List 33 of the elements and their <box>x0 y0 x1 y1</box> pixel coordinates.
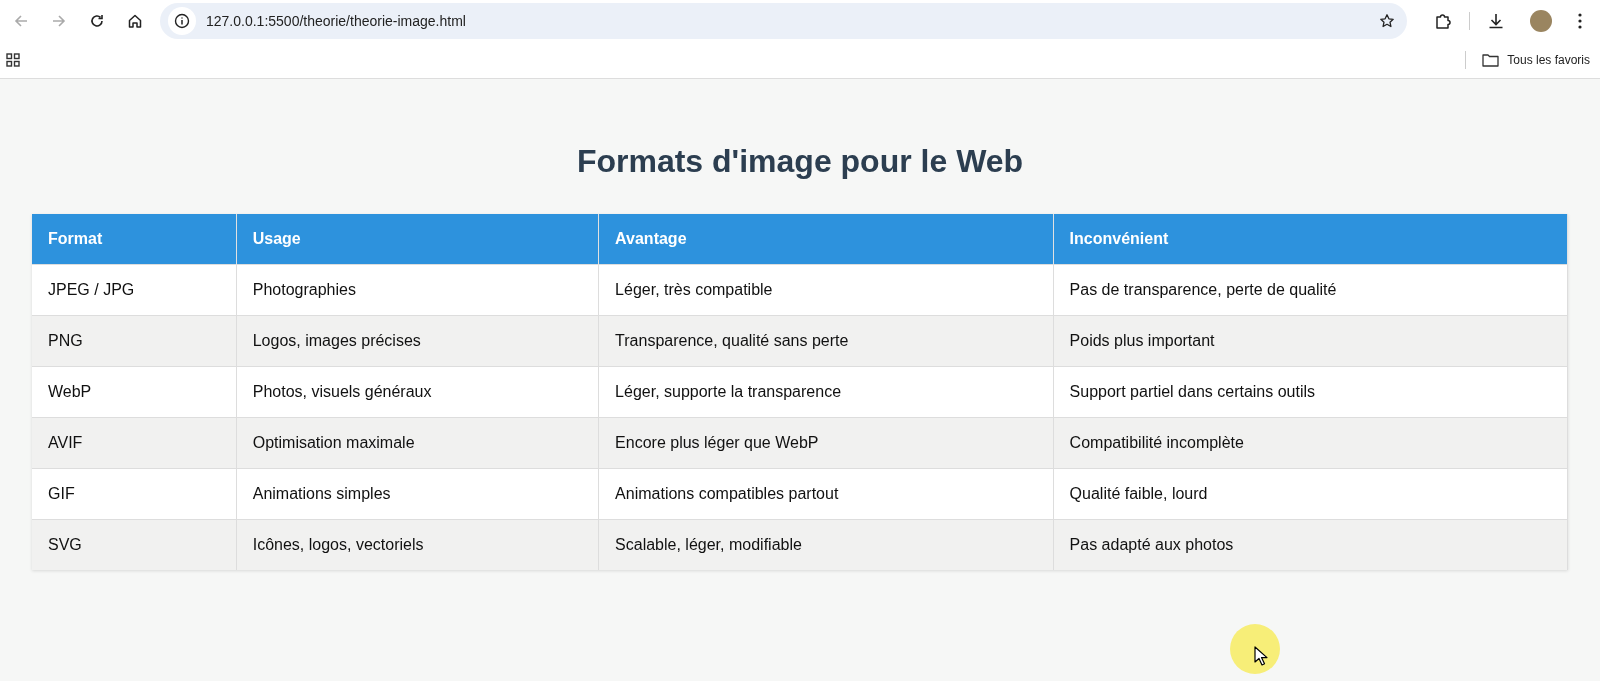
arrow-right-icon <box>51 13 67 29</box>
address-bar[interactable]: 127.0.0.1:5500/theorie/theorie-image.html <box>160 3 1407 39</box>
cursor-highlight-drawing <box>1230 624 1280 674</box>
table-cell: Optimisation maximale <box>236 417 599 469</box>
column-header: Usage <box>236 214 599 265</box>
arrow-left-icon <box>13 13 29 29</box>
table-cell: Icônes, logos, vectoriels <box>236 519 599 570</box>
table-cell: Pas adapté aux photos <box>1053 519 1568 570</box>
url-text: 127.0.0.1:5500/theorie/theorie-image.html <box>206 13 467 29</box>
apps-icon[interactable] <box>6 53 20 67</box>
table-cell: Poids plus important <box>1053 315 1568 367</box>
download-icon[interactable] <box>1487 12 1505 30</box>
column-header: Avantage <box>598 214 1054 265</box>
bookmarks-folder[interactable]: Tous les favoris <box>1478 53 1594 67</box>
table-cell: Logos, images précises <box>236 315 599 367</box>
table-cell: SVG <box>32 519 237 570</box>
puzzle-icon[interactable] <box>1434 12 1452 30</box>
table-cell: AVIF <box>32 417 237 469</box>
column-header: Inconvénient <box>1053 214 1568 265</box>
info-icon[interactable] <box>168 7 196 35</box>
table-cell: Encore plus léger que WebP <box>598 417 1054 469</box>
home-icon <box>127 13 143 29</box>
page-title: Formats d'image pour le Web <box>575 143 1025 180</box>
table-cell: PNG <box>32 315 237 367</box>
avatar[interactable] <box>1530 10 1552 32</box>
folder-icon <box>1482 53 1500 67</box>
menu-icon[interactable] <box>1577 12 1583 30</box>
reload-icon <box>89 13 105 29</box>
star-icon[interactable] <box>1379 13 1395 29</box>
table-cell: Scalable, léger, modifiable <box>598 519 1054 570</box>
table-cell: Transparence, qualité sans perte <box>598 315 1054 367</box>
column-header: Format <box>32 214 237 265</box>
table-cell: Compatibilité incomplète <box>1053 417 1568 469</box>
